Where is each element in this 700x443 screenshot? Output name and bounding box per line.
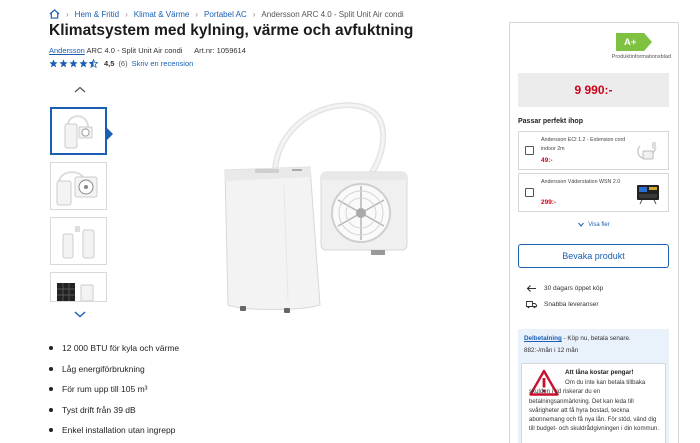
breadcrumb-link-portabel-ac[interactable]: Portabel AC: [204, 10, 247, 19]
accessory-price: 299:-: [541, 199, 557, 206]
truck-icon: [526, 301, 537, 309]
installment-link[interactable]: Delbetalning: [524, 335, 562, 342]
price-box: 9 990:-: [518, 73, 669, 107]
financing-line: Delbetalning - Köp nu, betala senare.: [524, 335, 631, 342]
price: 9 990:-: [574, 83, 613, 97]
breadcrumb: › Hem & Fritid › Klimat & Värme › Portab…: [49, 9, 404, 19]
weather-station-image: [637, 185, 659, 205]
product-meta: Andersson ARC 4.0 - Split Unit Air condi…: [49, 46, 246, 55]
accessory-name[interactable]: Andersson Väderstation WSN 2.0: [541, 178, 633, 187]
brand-link[interactable]: Andersson: [49, 46, 85, 55]
chevron-up-icon[interactable]: [73, 85, 87, 95]
thumbnail-4[interactable]: [50, 272, 107, 302]
warning-title: Att låna kostar pengar!: [565, 369, 634, 376]
rating-score: 4,5: [104, 59, 115, 68]
chevron-down-icon: [578, 222, 585, 227]
extension-cord-image: [637, 142, 657, 160]
thumbnail-2[interactable]: [50, 162, 107, 210]
feature-item: 12 000 BTU för kyla och värme: [49, 338, 179, 359]
buy-box: A+ Produktinformationsblad 9 990:- Passa…: [509, 22, 679, 443]
star-icon: [69, 59, 78, 68]
accessory-name[interactable]: Andersson ECI 1.2 - Extension cord indoo…: [541, 136, 633, 153]
thumbnail-3[interactable]: [50, 217, 107, 265]
watch-product-button[interactable]: Bevaka produkt: [518, 244, 669, 268]
feature-list: 12 000 BTU för kyla och värme Låg energi…: [49, 338, 179, 441]
star-icon: [49, 59, 58, 68]
accessory-checkbox[interactable]: [525, 146, 534, 155]
warning-text: Om du inte kan betala tillbaka skulden i…: [529, 379, 660, 433]
thumbnail-1[interactable]: [50, 107, 107, 155]
rating-count: (6): [118, 59, 128, 68]
feature-item: Enkel installation utan ingrepp: [49, 420, 179, 441]
product-title: Klimatsystem med kylning, värme och avfu…: [49, 22, 414, 39]
show-more-link[interactable]: Visa fler: [510, 222, 678, 228]
star-half-icon: [89, 59, 98, 68]
active-thumbnail-indicator: [107, 128, 113, 140]
breadcrumb-link-klimat-varme[interactable]: Klimat & Värme: [134, 10, 190, 19]
product-model: ARC 4.0 - Split Unit Air condi: [86, 46, 183, 55]
product-image[interactable]: [200, 95, 430, 325]
product-info-sheet-link[interactable]: Produktinformationsblad: [612, 54, 671, 60]
rating-stars: [49, 59, 98, 68]
credit-warning: Att låna kostar pengar! Om du inte kan b…: [521, 363, 666, 443]
feature-item: Låg energiförbrukning: [49, 359, 179, 380]
breadcrumb-link-hem-fritid[interactable]: Hem & Fritid: [75, 10, 119, 19]
chevron-down-icon[interactable]: [73, 309, 87, 319]
home-icon[interactable]: [49, 9, 60, 19]
write-review-link[interactable]: Skriv en recension: [132, 59, 194, 68]
financing-box: Delbetalning - Köp nu, betala senare. 88…: [518, 329, 669, 443]
rating-row: 4,5 (6) Skriv en recension: [49, 59, 193, 68]
monthly-cost: 882:-/mån i 12 mån: [524, 347, 579, 354]
breadcrumb-separator: ›: [252, 9, 256, 19]
accessory-item: Andersson Väderstation WSN 2.0 299:-: [518, 173, 669, 212]
breadcrumb-separator: ›: [195, 9, 199, 19]
energy-class-badge[interactable]: A+: [616, 33, 652, 51]
article-number: Art.nr: 1059614: [194, 46, 246, 55]
feature-item: För rum upp till 105 m³: [49, 379, 179, 400]
accessory-checkbox[interactable]: [525, 188, 534, 197]
star-icon: [59, 59, 68, 68]
perk-open-purchase: 30 dagars öppet köp: [526, 284, 603, 293]
perk-fast-delivery: Snabba leveranser: [526, 300, 599, 309]
return-arrow-icon: [526, 285, 536, 292]
thumbnail-gallery: [50, 85, 110, 319]
accessory-item: Andersson ECI 1.2 - Extension cord indoo…: [518, 131, 669, 170]
breadcrumb-separator: ›: [66, 9, 69, 19]
accessories-heading: Passar perfekt ihop: [518, 118, 583, 125]
feature-item: Tyst drift från 39 dB: [49, 400, 179, 421]
breadcrumb-separator: ›: [125, 9, 128, 19]
breadcrumb-current: Andersson ARC 4.0 - Split Unit Air condi: [261, 9, 404, 19]
star-icon: [79, 59, 88, 68]
accessory-price: 49:-: [541, 157, 553, 164]
